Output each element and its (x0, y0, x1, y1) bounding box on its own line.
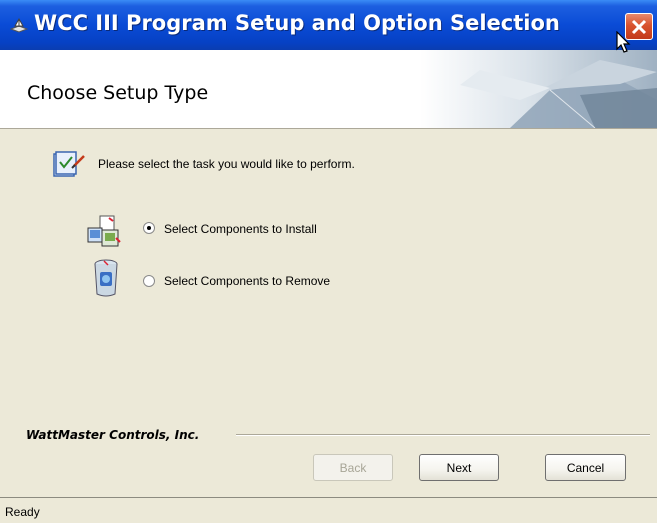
cancel-button[interactable]: Cancel (545, 454, 626, 481)
status-bar: Ready (0, 497, 657, 523)
page-title: Choose Setup Type (27, 82, 209, 104)
radio-remove[interactable] (143, 275, 155, 287)
back-button[interactable]: Back (313, 454, 393, 481)
company-name: WattMaster Controls, Inc. (26, 428, 200, 442)
title-bar[interactable]: WCC III Program Setup and Option Selecti… (0, 0, 657, 50)
radio-install[interactable] (143, 222, 155, 234)
checklist-icon (52, 150, 86, 183)
window-title: WCC III Program Setup and Option Selecti… (34, 11, 560, 35)
remove-components-icon (91, 259, 121, 304)
setup-window: WCC III Program Setup and Option Selecti… (0, 0, 657, 523)
radio-selected-dot (147, 226, 151, 230)
header-banner: Choose Setup Type (0, 50, 657, 129)
next-button[interactable]: Next (419, 454, 499, 481)
prompt-text: Please select the task you would like to… (98, 157, 355, 171)
mouse-cursor-icon (616, 31, 631, 53)
setup-disk-icon (9, 17, 29, 33)
status-text: Ready (5, 505, 40, 519)
install-components-icon (86, 214, 126, 255)
close-icon (631, 19, 647, 35)
option-remove-label[interactable]: Select Components to Remove (164, 274, 330, 288)
footer-separator (236, 434, 650, 436)
open-box-graphic (420, 50, 657, 128)
option-install-label[interactable]: Select Components to Install (164, 222, 317, 236)
